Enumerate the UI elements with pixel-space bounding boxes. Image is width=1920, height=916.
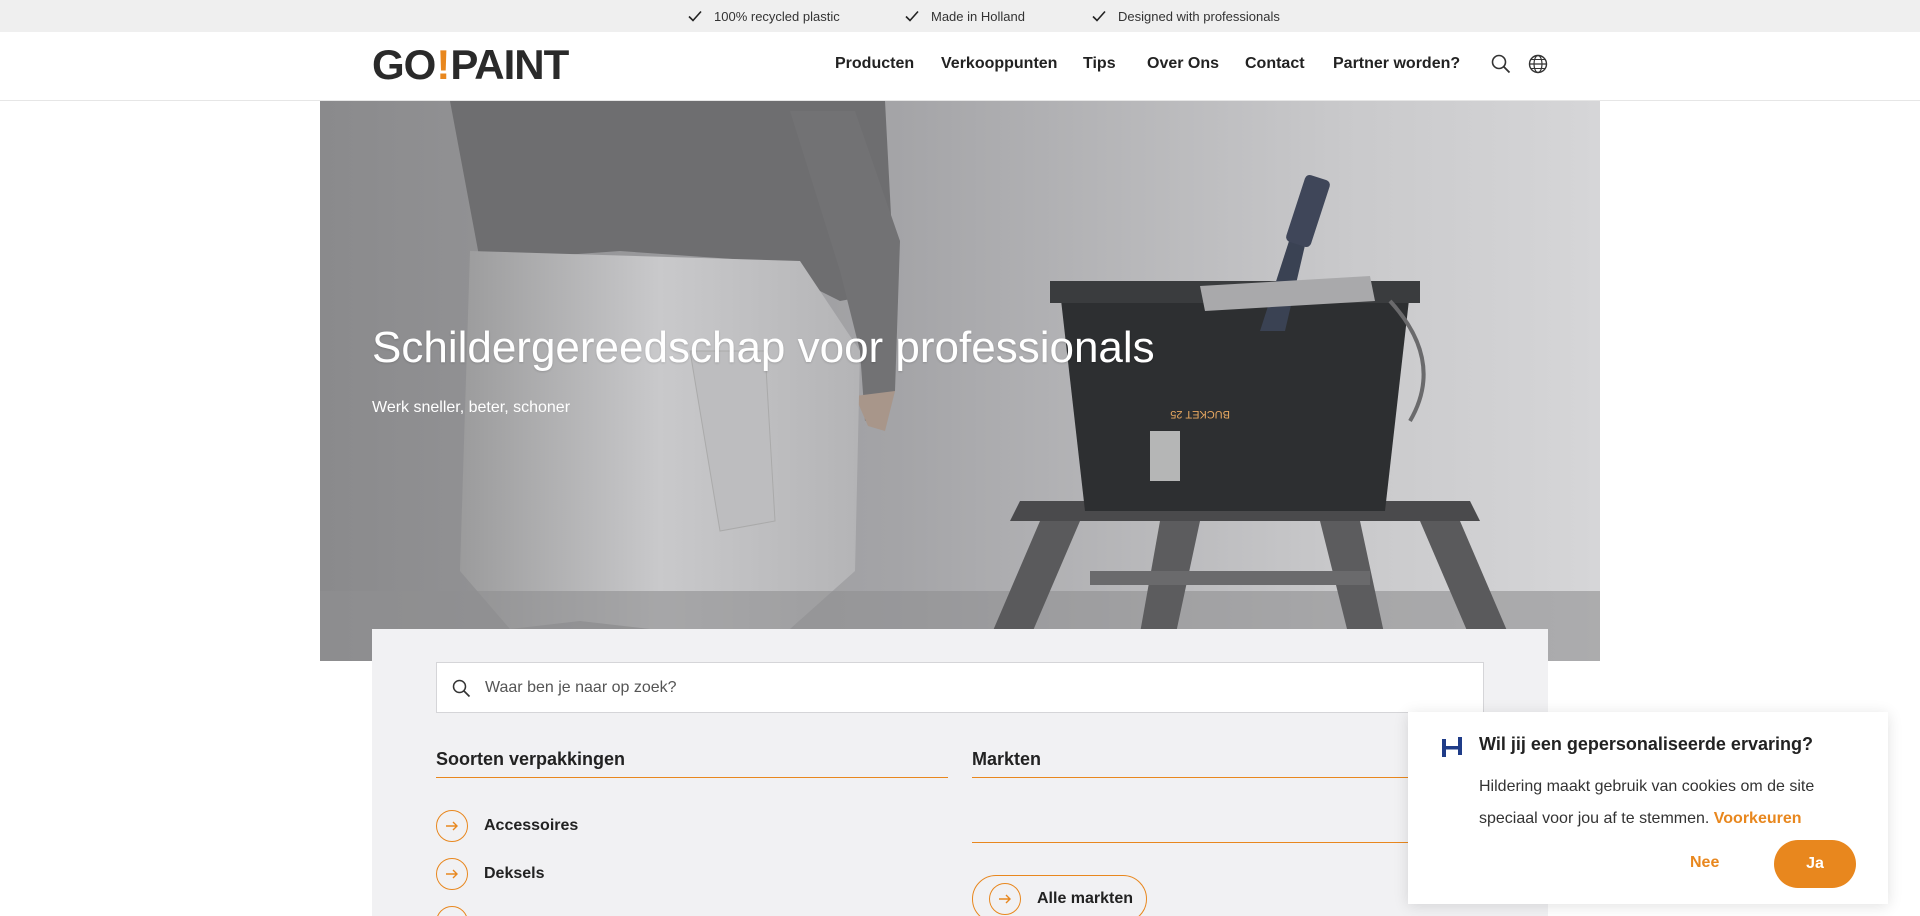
- logo-text-go: GO: [372, 41, 436, 88]
- arrow-right-icon: [436, 906, 468, 916]
- finder-panel: Soorten verpakkingen Accessoires Deksels…: [372, 629, 1548, 916]
- arrow-right-icon: [989, 883, 1021, 915]
- usp-label: Made in Holland: [931, 8, 1025, 24]
- nav-tips[interactable]: Tips: [1083, 55, 1116, 73]
- cookie-text: Hildering maakt gebruik van cookies om d…: [1479, 771, 1859, 835]
- hero-banner: BUCKET 25 Schildergereedschap voor profe…: [320, 101, 1600, 661]
- cookie-preferences-link[interactable]: Voorkeuren: [1714, 810, 1802, 827]
- product-search[interactable]: [436, 662, 1484, 713]
- usp-recycled: 100% recycled plastic: [686, 8, 840, 24]
- usp-bar: 100% recycled plastic Made in Holland De…: [0, 0, 1920, 32]
- nav-contact[interactable]: Contact: [1245, 55, 1305, 73]
- packaging-item-partial[interactable]: [436, 906, 468, 916]
- nav-verkooppunten[interactable]: Verkooppunten: [941, 55, 1057, 73]
- check-icon: [1092, 10, 1106, 22]
- hildering-logo-icon: [1442, 737, 1462, 757]
- nav-producten[interactable]: Producten: [835, 55, 914, 73]
- packaging-item-label: Deksels: [484, 865, 545, 882]
- packaging-title: Soorten verpakkingen: [436, 749, 626, 769]
- packaging-item-accessoires[interactable]: Accessoires: [436, 810, 578, 842]
- search-input[interactable]: [485, 663, 1465, 712]
- check-icon: [688, 10, 702, 22]
- arrow-right-icon: [436, 858, 468, 890]
- logo-text-paint: PAINT: [450, 41, 569, 88]
- gopaint-logo[interactable]: GO! PAINT: [372, 41, 569, 88]
- nav-partner-worden[interactable]: Partner worden?: [1333, 55, 1460, 73]
- cookie-accept-button[interactable]: Ja: [1774, 840, 1856, 888]
- markets-title: Markten: [972, 749, 1042, 769]
- nav-over-ons[interactable]: Over Ons: [1147, 55, 1219, 73]
- packaging-item-deksels[interactable]: Deksels: [436, 858, 545, 890]
- globe-icon[interactable]: [1527, 53, 1549, 75]
- usp-label: 100% recycled plastic: [714, 8, 840, 24]
- arrow-right-icon: [436, 810, 468, 842]
- check-icon: [905, 10, 919, 22]
- packaging-item-label: Accessoires: [484, 817, 579, 834]
- hero-title: Schildergereedschap voor professionals: [372, 323, 1155, 372]
- usp-label: Designed with professionals: [1118, 8, 1280, 24]
- usp-professionals: Designed with professionals: [1090, 8, 1280, 24]
- search-icon[interactable]: [1490, 53, 1512, 75]
- bucket-label: BUCKET 25: [1170, 408, 1230, 420]
- cookie-consent-dialog: Wil jij een gepersonaliseerde ervaring? …: [1408, 712, 1888, 904]
- search-icon: [452, 679, 471, 698]
- packaging-divider: [436, 777, 948, 778]
- hero-subtitle: Werk sneller, beter, schoner: [372, 399, 571, 416]
- all-markets-button[interactable]: Alle markten: [972, 875, 1147, 916]
- cookie-title: Wil jij een gepersonaliseerde ervaring?: [1479, 734, 1813, 754]
- usp-holland: Made in Holland: [903, 8, 1025, 24]
- cookie-decline-button[interactable]: Nee: [1690, 854, 1719, 872]
- all-markets-label: Alle markten: [1037, 890, 1134, 907]
- hero-photo: BUCKET 25: [320, 101, 1600, 661]
- site-header: GO! PAINT Producten Verkooppunten Tips Ov…: [0, 32, 1920, 101]
- logo-text-bang: !: [436, 41, 450, 88]
